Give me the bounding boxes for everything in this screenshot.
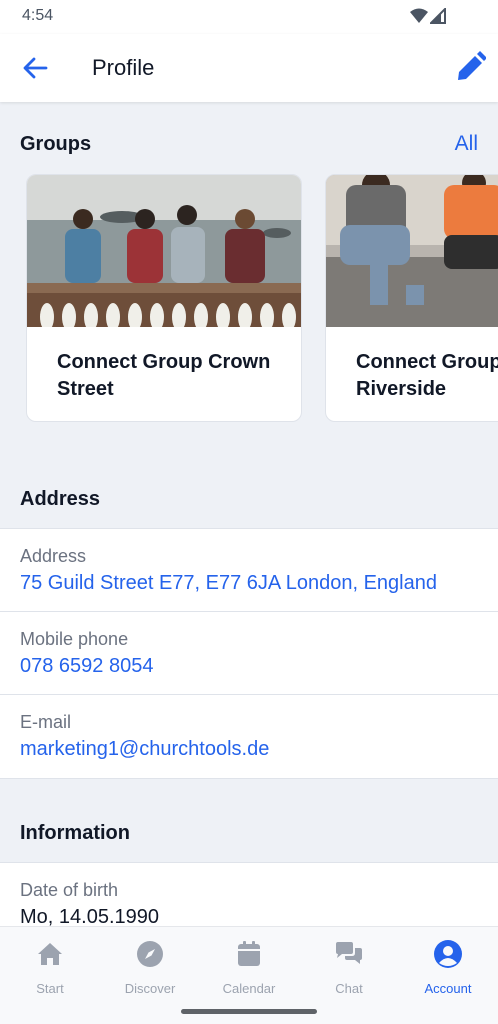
nav-item-chat[interactable]: Chat [299,927,399,1005]
nav-label-start: Start [36,981,64,996]
mobile-phone-label: Mobile phone [20,629,129,649]
nav-label-calendar: Calendar [222,981,276,996]
address-label: Address [20,546,87,566]
address-section-title: Address [20,488,101,510]
group-photo-crown-street [27,175,301,327]
wifi-icon [410,8,428,23]
group-card[interactable]: Connect Group Riverside [325,174,498,422]
edit-button[interactable] [454,50,487,84]
group-card-title: Connect Group Crown Street [57,351,271,400]
groups-header: Groups All [20,126,478,162]
app-bar: Profile [0,34,498,102]
status-time: 4:54 [22,7,54,24]
group-card[interactable]: Connect Group Crown Street [26,174,302,422]
address-row: Address 75 Guild Street E77, E77 6JA Lon… [0,529,498,612]
date-of-birth-label: Date of birth [20,880,119,900]
mobile-phone-link[interactable]: 078 6592 8054 [20,655,153,678]
group-photo-riverside [326,175,498,327]
groups-title: Groups [20,133,92,155]
nav-item-calendar[interactable]: Calendar [199,927,299,1005]
home-indicator[interactable] [181,1009,317,1014]
page-title: Profile [92,55,155,80]
arrow-left-icon [23,57,48,79]
status-icons [410,7,446,25]
groups-carousel[interactable]: Connect Group Crown Street Connect Group… [26,174,498,424]
groups-all-link[interactable]: All [455,132,478,156]
bottom-navigation: Start Discover Calendar Chat Account [0,926,498,1024]
chat-icon [336,942,362,964]
compass-icon [137,941,163,967]
signal-icon [430,8,446,24]
group-card-title: Connect Group Riverside [356,351,498,400]
mobile-phone-row: Mobile phone 078 6592 8054 [0,612,498,695]
email-link[interactable]: marketing1@churchtools.de [20,738,269,761]
nav-item-discover[interactable]: Discover [100,927,200,1005]
nav-label-discover: Discover [124,981,176,996]
account-icon [434,940,462,968]
address-block: Address 75 Guild Street E77, E77 6JA Lon… [0,528,498,779]
nav-item-start[interactable]: Start [0,927,100,1005]
email-label: E-mail [20,712,72,732]
status-bar: 4:54 [0,0,498,34]
email-row: E-mail marketing1@churchtools.de [0,695,498,778]
home-icon [38,943,62,965]
nav-label-chat: Chat [335,981,363,996]
address-link[interactable]: 75 Guild Street E77, E77 6JA London, Eng… [20,572,437,595]
nav-label-account: Account [424,981,472,996]
calendar-icon [238,941,260,966]
pencil-icon [458,51,487,80]
information-section-title: Information [20,822,130,844]
nav-item-account[interactable]: Account [398,927,498,1005]
back-button[interactable] [20,54,50,82]
